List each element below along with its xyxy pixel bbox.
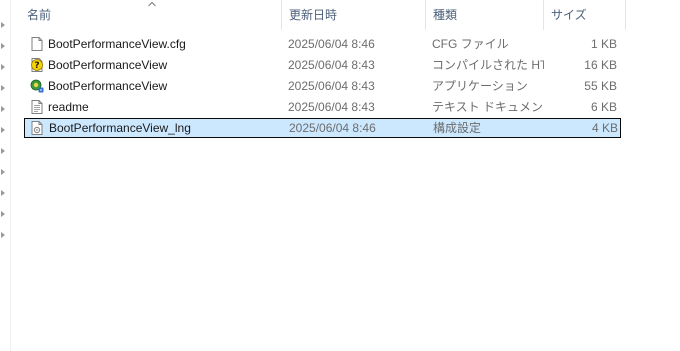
file-row[interactable]: readme 2025/06/04 8:43 テキスト ドキュメント 6 KB [24,97,621,117]
file-name: readme [48,100,89,114]
file-size: 55 KB [584,79,617,93]
file-type: コンパイルされた HT... [432,58,544,72]
file-date: 2025/06/04 8:46 [289,121,376,135]
expand-arrow-icon[interactable] [1,232,5,238]
config-settings-icon [31,121,43,135]
expand-arrow-icon[interactable] [1,127,5,133]
column-header-type[interactable]: 種類 [426,0,544,30]
file-date: 2025/06/04 8:43 [288,58,375,72]
file-name: BootPerformanceView.cfg [48,37,186,51]
sort-ascending-icon [148,1,156,7]
file-row-selected[interactable]: BootPerformanceView_lng 2025/06/04 8:46 … [24,118,621,138]
file-type: 構成設定 [433,121,482,135]
file-type: CFG ファイル [432,37,509,51]
file-size: 4 KB [591,121,618,135]
application-icon [30,79,44,93]
navigation-pane[interactable] [0,0,11,351]
file-type: テキスト ドキュメント [432,100,544,114]
column-header-date[interactable]: 更新日時 [282,0,426,30]
file-row[interactable]: BootPerformanceView 2025/06/04 8:43 アプリケ… [24,76,621,96]
file-name: BootPerformanceView_lng [49,121,191,135]
file-size: 6 KB [590,100,617,114]
file-date: 2025/06/04 8:43 [288,79,375,93]
file-explorer-window: 名前 更新日時 種類 サイズ BootPerformanceView.cfg 2… [0,0,680,351]
expand-arrow-icon[interactable] [1,64,5,70]
column-header: 名前 更新日時 種類 サイズ [20,0,626,30]
file-row[interactable]: ? BootPerformanceView 2025/06/04 8:43 コン… [24,55,621,75]
chm-help-icon: ? [31,58,43,72]
file-row[interactable]: BootPerformanceView.cfg 2025/06/04 8:46 … [24,34,621,54]
file-name: BootPerformanceView [48,58,168,72]
file-size: 16 KB [584,58,617,72]
expand-arrow-icon[interactable] [1,106,5,112]
file-name: BootPerformanceView [48,79,168,93]
column-header-size[interactable]: サイズ [544,0,626,30]
expand-arrow-icon[interactable] [1,85,5,91]
expand-arrow-icon[interactable] [1,22,5,28]
cfg-file-icon [31,37,43,51]
expand-arrow-icon[interactable] [1,43,5,49]
expand-arrow-icon[interactable] [1,169,5,175]
expand-arrow-icon[interactable] [1,148,5,154]
file-date: 2025/06/04 8:46 [288,37,375,51]
expand-arrow-icon[interactable] [1,211,5,217]
file-type: アプリケーション [432,79,528,93]
text-document-icon [31,100,43,114]
expand-arrow-icon[interactable] [1,190,5,196]
file-size: 1 KB [590,37,617,51]
file-date: 2025/06/04 8:43 [288,100,375,114]
svg-text:?: ? [34,61,39,71]
